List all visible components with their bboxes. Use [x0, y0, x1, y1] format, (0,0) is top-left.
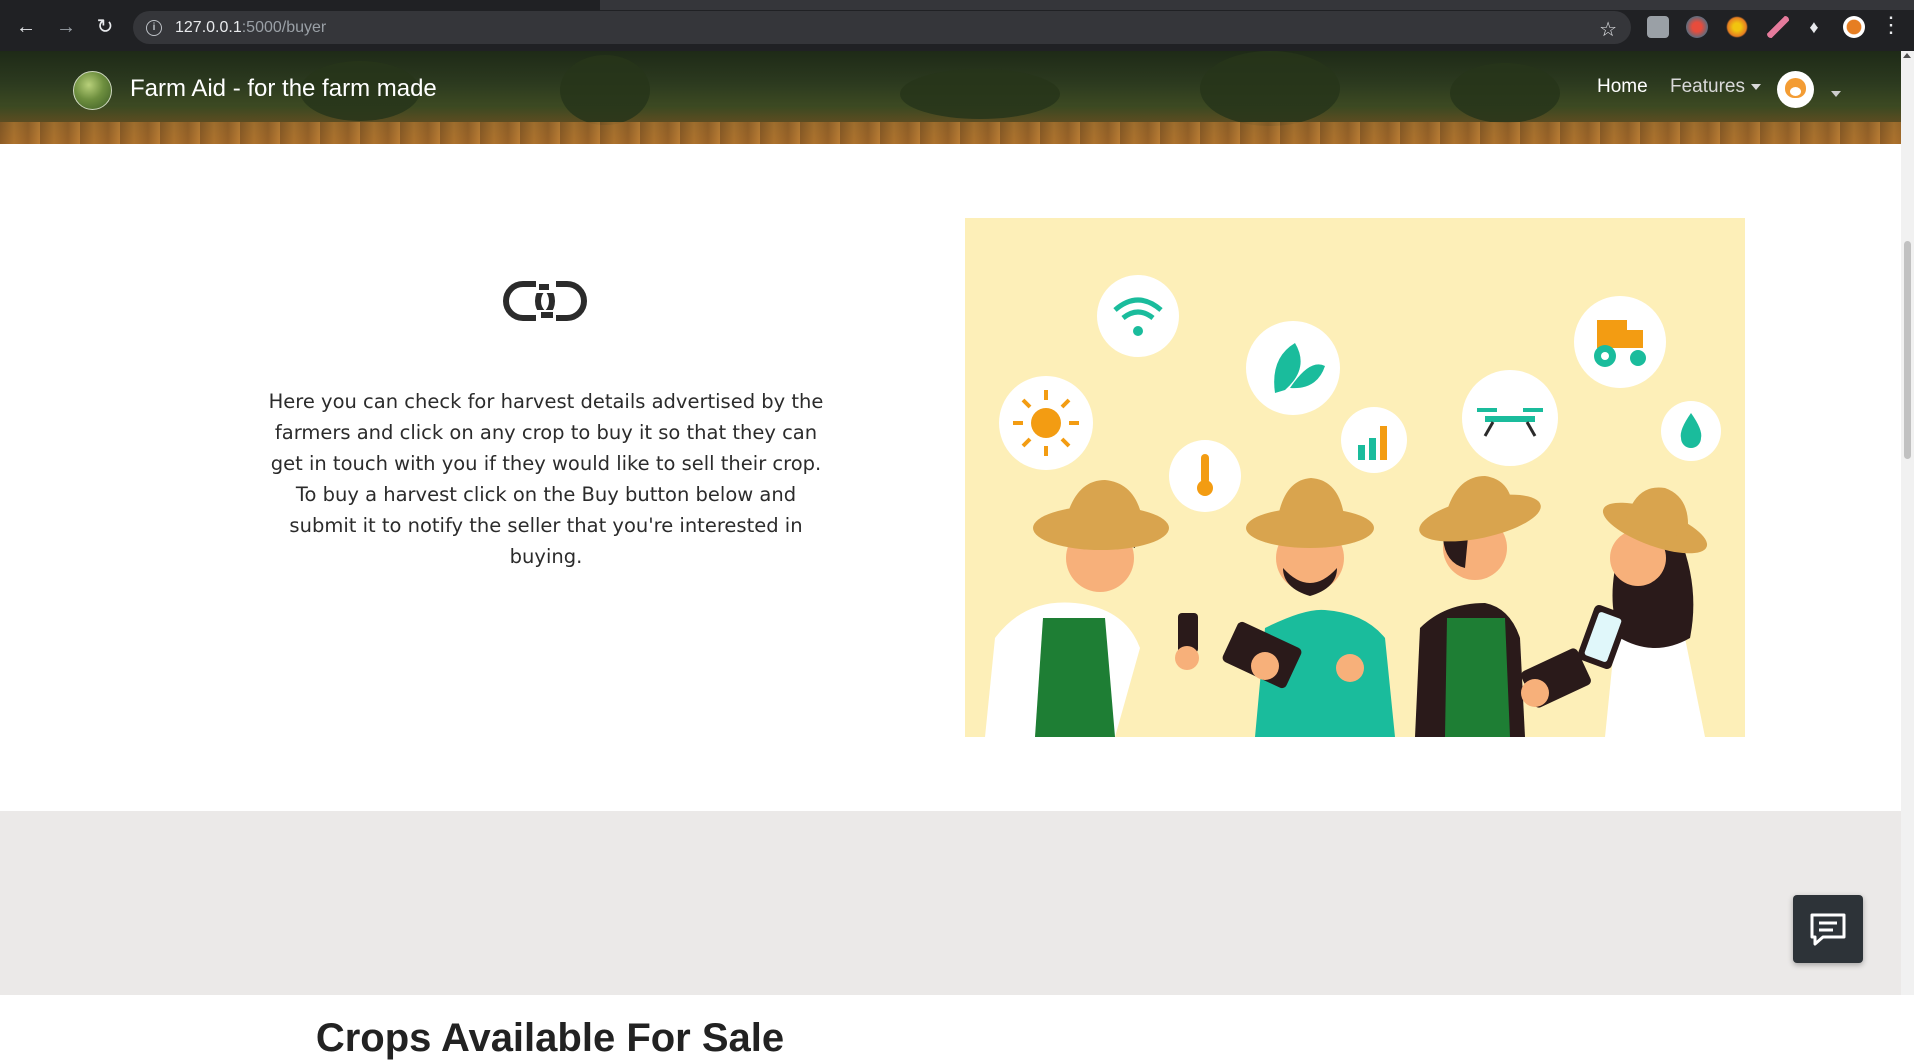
extension-icon-1[interactable]: [1647, 16, 1669, 38]
star-icon[interactable]: ☆: [1599, 17, 1617, 42]
chat-button[interactable]: [1793, 895, 1863, 963]
kebab-menu-icon[interactable]: ⋮: [1880, 14, 1902, 36]
buyer-info-section: Here you can check for harvest details a…: [0, 144, 1901, 811]
url-path: :5000/buyer: [241, 18, 327, 36]
site-navbar: Farm Aid - for the farm made Home Featur…: [0, 51, 1901, 144]
crops-section-heading: Crops Available For Sale: [315, 1016, 785, 1061]
crops-section: Crops Available For Sale: [0, 811, 1901, 1060]
header-bg-tree: [560, 55, 650, 125]
profile-avatar-icon[interactable]: [1843, 16, 1865, 38]
fox-avatar-icon: [1785, 78, 1806, 98]
extension-icon-2[interactable]: [1686, 16, 1708, 38]
scrollbar-thumb[interactable]: [1904, 241, 1911, 459]
farmers-illustration: [965, 218, 1745, 737]
url-text[interactable]: 127.0.0.1:5000/buyer: [175, 19, 326, 37]
header-bg-field: [0, 122, 1901, 144]
browser-toolbar: ← → ↻ i 127.0.0.1:5000/buyer ☆ ♦ ⋮: [0, 0, 1914, 51]
info-icon[interactable]: i: [146, 19, 162, 36]
nav-features-label: Features: [1670, 76, 1745, 97]
extensions-puzzle-icon[interactable]: ♦: [1802, 15, 1826, 39]
active-tab[interactable]: [0, 0, 600, 10]
wifi-icon-bubble: [1097, 275, 1179, 357]
page-scrollbar[interactable]: [1901, 51, 1914, 995]
header-bg-tree: [1450, 63, 1560, 123]
link-icon: [503, 281, 587, 322]
header-bg-tree: [900, 69, 1060, 119]
brand-logo[interactable]: [73, 71, 112, 110]
chat-message-icon: [1810, 913, 1846, 946]
extension-icon-3[interactable]: [1726, 16, 1748, 38]
tab-strip: [0, 0, 1914, 10]
nav-home-link[interactable]: Home: [1597, 76, 1648, 98]
nav-features-dropdown[interactable]: Features: [1670, 76, 1761, 98]
scroll-up-arrow-icon[interactable]: [1903, 53, 1911, 58]
forward-arrow-icon[interactable]: →: [54, 15, 78, 39]
url-host: 127.0.0.1: [175, 18, 242, 36]
chevron-down-icon: [1750, 83, 1761, 90]
address-bar[interactable]: i 127.0.0.1:5000/buyer ☆: [133, 11, 1631, 44]
farmers-illustration-art: [985, 275, 1721, 737]
avatar-chevron-down-icon[interactable]: [1825, 85, 1841, 103]
back-arrow-icon[interactable]: ←: [14, 15, 38, 39]
buyer-instructions-text: Here you can check for harvest details a…: [268, 389, 824, 568]
brand-title[interactable]: Farm Aid - for the farm made: [130, 75, 437, 103]
user-avatar[interactable]: [1777, 71, 1814, 108]
header-bg-tree: [1200, 51, 1340, 126]
reload-icon[interactable]: ↻: [93, 15, 117, 39]
extension-icon-4[interactable]: [1767, 16, 1789, 38]
